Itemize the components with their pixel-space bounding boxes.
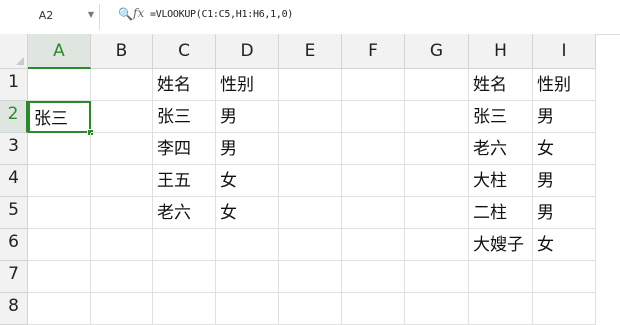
cell-d1[interactable]: 性别 (216, 69, 279, 101)
column-header-b[interactable]: B (91, 34, 153, 69)
cell-i1[interactable]: 性别 (533, 69, 596, 101)
cell-e5[interactable] (279, 197, 342, 229)
cell-e2[interactable] (279, 101, 342, 133)
cell-c7[interactable] (153, 261, 216, 293)
cell-a8[interactable] (28, 293, 91, 325)
cell-d4[interactable]: 女 (216, 165, 279, 197)
cell-a5[interactable] (28, 197, 91, 229)
cell-h4[interactable]: 大柱 (469, 165, 533, 197)
cell-b5[interactable] (91, 197, 153, 229)
cell-e6[interactable] (279, 229, 342, 261)
cell-g1[interactable] (405, 69, 469, 101)
cell-d2[interactable]: 男 (216, 101, 279, 133)
cell-b7[interactable] (91, 261, 153, 293)
cell-i4[interactable]: 男 (533, 165, 596, 197)
fx-icon[interactable]: fx (133, 6, 144, 20)
cell-a3[interactable] (28, 133, 91, 165)
cell-i6[interactable]: 女 (533, 229, 596, 261)
cell-h1[interactable]: 姓名 (469, 69, 533, 101)
cell-d5[interactable]: 女 (216, 197, 279, 229)
row-header-1[interactable]: 1 (0, 69, 28, 101)
row-header-5[interactable]: 5 (0, 197, 28, 229)
cell-g3[interactable] (405, 133, 469, 165)
formula-input[interactable]: =VLOOKUP(C1:C5,H1:H6,1,0) (150, 9, 293, 20)
cell-h2[interactable]: 张三 (469, 101, 533, 133)
zoom-icon[interactable]: 🔍 (118, 7, 133, 21)
cell-f8[interactable] (342, 293, 405, 325)
column-header-e[interactable]: E (279, 34, 342, 69)
column-header-h[interactable]: H (469, 34, 533, 69)
cell-d6[interactable] (216, 229, 279, 261)
cell-c8[interactable] (153, 293, 216, 325)
cell-g5[interactable] (405, 197, 469, 229)
row-header-4[interactable]: 4 (0, 165, 28, 197)
cell-b4[interactable] (91, 165, 153, 197)
row-header-2[interactable]: 2 (0, 101, 28, 133)
chevron-down-icon[interactable]: ▼ (88, 10, 94, 19)
cell-c1[interactable]: 姓名 (153, 69, 216, 101)
row-header-6[interactable]: 6 (0, 229, 28, 261)
cell-a1[interactable] (28, 69, 91, 101)
cell-d7[interactable] (216, 261, 279, 293)
cell-g6[interactable] (405, 229, 469, 261)
cell-b3[interactable] (91, 133, 153, 165)
name-box-value[interactable]: A2 (0, 9, 92, 22)
cell-i5[interactable]: 男 (533, 197, 596, 229)
cell-g8[interactable] (405, 293, 469, 325)
cell-h7[interactable] (469, 261, 533, 293)
cell-h5[interactable]: 二柱 (469, 197, 533, 229)
cell-b6[interactable] (91, 229, 153, 261)
cell-i7[interactable] (533, 261, 596, 293)
row-header-7[interactable]: 7 (0, 261, 28, 293)
column-header-f[interactable]: F (342, 34, 405, 69)
column-header-c[interactable]: C (153, 34, 216, 69)
cell-e3[interactable] (279, 133, 342, 165)
cell-i3[interactable]: 女 (533, 133, 596, 165)
column-header-i[interactable]: I (533, 34, 596, 69)
cell-f7[interactable] (342, 261, 405, 293)
cell-c3[interactable]: 李四 (153, 133, 216, 165)
cell-c5[interactable]: 老六 (153, 197, 216, 229)
row-header-8[interactable]: 8 (0, 293, 28, 325)
cell-g7[interactable] (405, 261, 469, 293)
cell-b8[interactable] (91, 293, 153, 325)
column-header-a[interactable]: A (28, 34, 91, 69)
cell-d8[interactable] (216, 293, 279, 325)
cell-e1[interactable] (279, 69, 342, 101)
cell-a4[interactable] (28, 165, 91, 197)
cell-i8[interactable] (533, 293, 596, 325)
column-header-d[interactable]: D (216, 34, 279, 69)
cell-f6[interactable] (342, 229, 405, 261)
formula-bar: A2 ▼ 🔍 fx =VLOOKUP(C1:C5,H1:H6,1,0) (0, 0, 620, 35)
spreadsheet-grid: A B C D E F G H I 1 姓名 性别 姓名 性别 2 张三 张三男张三男 3 李四男老六女 4 王五女大柱… (0, 34, 620, 325)
cell-f1[interactable] (342, 69, 405, 101)
cell-f5[interactable] (342, 197, 405, 229)
cell-i2[interactable]: 男 (533, 101, 596, 133)
cell-b1[interactable] (91, 69, 153, 101)
name-box[interactable]: A2 ▼ (0, 4, 100, 30)
cell-h3[interactable]: 老六 (469, 133, 533, 165)
cell-h6[interactable]: 大嫂子 (469, 229, 533, 261)
cell-d3[interactable]: 男 (216, 133, 279, 165)
select-all-triangle-icon (16, 57, 24, 65)
cell-b2[interactable] (91, 101, 153, 133)
cell-e8[interactable] (279, 293, 342, 325)
cell-a6[interactable] (28, 229, 91, 261)
column-header-g[interactable]: G (405, 34, 469, 69)
cell-h8[interactable] (469, 293, 533, 325)
active-cell-a2[interactable]: 张三 (28, 101, 91, 133)
cell-e7[interactable] (279, 261, 342, 293)
cell-f3[interactable] (342, 133, 405, 165)
cell-g4[interactable] (405, 165, 469, 197)
cell-f2[interactable] (342, 101, 405, 133)
row-header-3[interactable]: 3 (0, 133, 28, 165)
cell-a7[interactable] (28, 261, 91, 293)
select-all-corner[interactable] (0, 34, 28, 69)
cell-c2[interactable]: 张三 (153, 101, 216, 133)
cell-f4[interactable] (342, 165, 405, 197)
cell-g2[interactable] (405, 101, 469, 133)
cell-c4[interactable]: 王五 (153, 165, 216, 197)
cell-e4[interactable] (279, 165, 342, 197)
cell-c6[interactable] (153, 229, 216, 261)
